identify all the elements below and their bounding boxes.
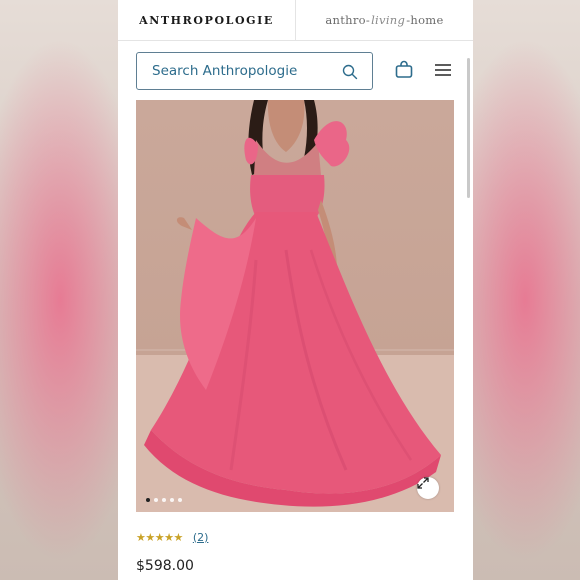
star-rating: ★★★★★ — [136, 530, 183, 544]
mobile-page: ANTHROPOLOGIE anthro-living -home Search… — [118, 0, 473, 580]
review-count-link[interactable]: (2) — [193, 531, 209, 544]
scrollbar[interactable] — [467, 58, 470, 198]
shopping-bag-icon[interactable] — [394, 59, 414, 79]
expand-image-button[interactable] — [417, 477, 439, 499]
search-input[interactable] — [150, 62, 339, 80]
search-bar[interactable] — [136, 52, 373, 90]
hamburger-menu-icon[interactable] — [434, 62, 452, 78]
product-price: $598.00 — [136, 558, 194, 574]
anthropologie-tab[interactable]: ANTHROPOLOGIE — [118, 0, 296, 40]
home-brand-prefix: anthro- — [325, 13, 371, 27]
home-brand-script: living — [371, 13, 406, 27]
brand-nav: ANTHROPOLOGIE anthro-living -home — [118, 0, 473, 41]
brand-logo-text: ANTHROPOLOGIE — [139, 13, 274, 27]
dress-illustration — [136, 100, 454, 512]
gallery-dot[interactable] — [154, 498, 158, 502]
gallery-dot[interactable] — [170, 498, 174, 502]
search-icon[interactable] — [342, 64, 358, 80]
anthro-living-home-tab[interactable]: anthro-living -home — [296, 0, 473, 40]
gallery-pagination[interactable] — [146, 498, 182, 502]
rating-row: ★★★★★ (2) — [136, 530, 208, 544]
expand-icon — [417, 477, 429, 489]
gallery-dot[interactable] — [178, 498, 182, 502]
gallery-dot[interactable] — [146, 498, 150, 502]
header-actions — [118, 52, 473, 92]
gallery-dot[interactable] — [162, 498, 166, 502]
home-brand-suffix: -home — [406, 13, 444, 27]
product-image[interactable] — [136, 100, 454, 512]
